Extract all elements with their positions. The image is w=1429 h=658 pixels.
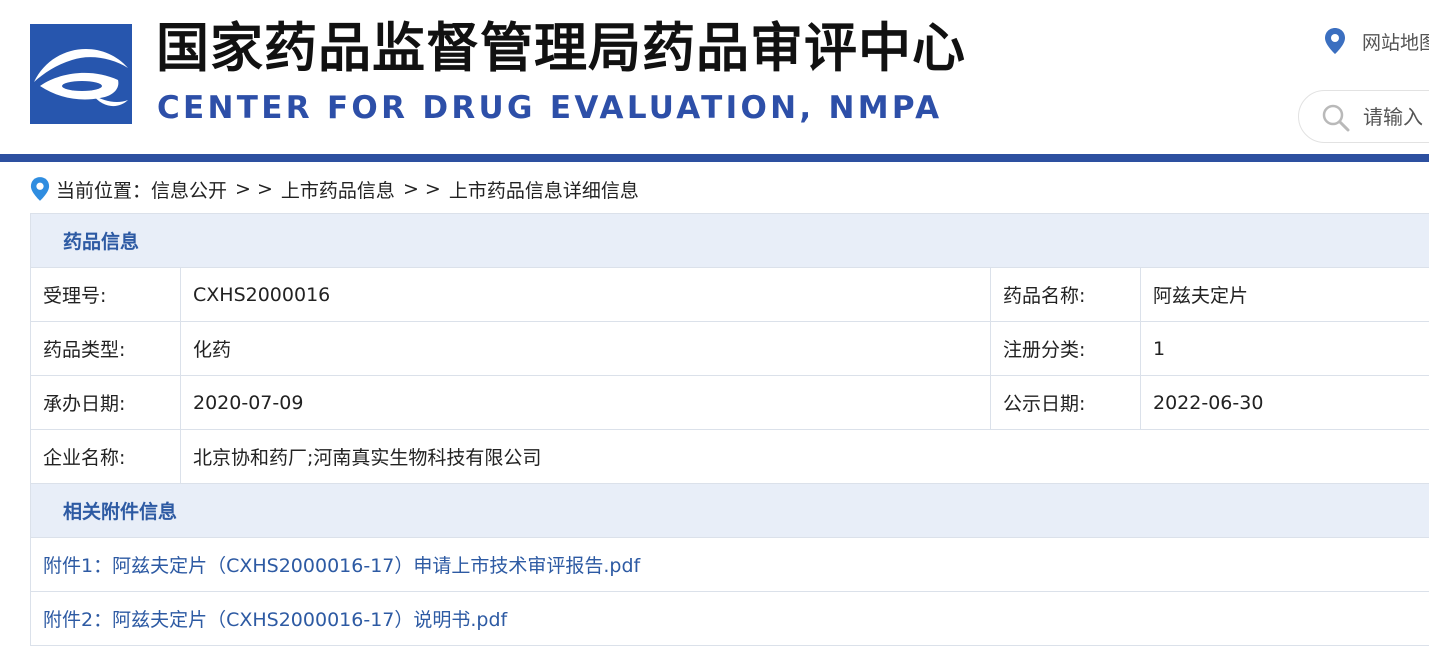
drug-name-value: 阿兹夫定片 bbox=[1139, 267, 1429, 322]
acceptance-no-value: CXHS2000016 bbox=[180, 267, 991, 322]
undertake-date-label: 承办日期: bbox=[30, 375, 181, 430]
company-value: 北京协和药厂;河南真实生物科技有限公司 bbox=[179, 429, 1429, 484]
table-row: 药品类型: 化药 注册分类: 1 bbox=[30, 321, 1429, 376]
reg-class-label: 注册分类: bbox=[990, 321, 1141, 376]
table-row: 附件1：阿兹夫定片（CXHS2000016-17）申请上市技术审评报告.pdf bbox=[29, 537, 1429, 592]
breadcrumb-separator: > > bbox=[235, 178, 273, 200]
location-pin-icon bbox=[30, 176, 50, 202]
drug-info-section-header: 药品信息 bbox=[29, 213, 1429, 268]
sitemap-label: 网站地图 bbox=[1362, 31, 1429, 54]
breadcrumb-item-detail: 上市药品信息详细信息 bbox=[448, 179, 639, 202]
publish-date-value: 2022-06-30 bbox=[1139, 375, 1429, 430]
drug-name-label: 药品名称: bbox=[990, 267, 1141, 322]
breadcrumb-separator: > > bbox=[402, 178, 441, 200]
header-divider bbox=[0, 154, 1429, 162]
publish-date-label: 公示日期: bbox=[990, 375, 1141, 430]
attachment-cell: 附件1：阿兹夫定片（CXHS2000016-17）申请上市技术审评报告.pdf bbox=[29, 537, 1429, 592]
site-header: 国家药品监督管理局药品审评中心 CENTER FOR DRUG EVALUATI… bbox=[0, 0, 1429, 154]
section-title: 相关附件信息 bbox=[29, 483, 1429, 538]
drug-type-value: 化药 bbox=[180, 321, 991, 376]
table-row: 承办日期: 2020-07-09 公示日期: 2022-06-30 bbox=[30, 375, 1429, 430]
location-pin-icon bbox=[1324, 27, 1346, 55]
sitemap-link[interactable]: 网站地图 bbox=[1324, 26, 1429, 56]
drug-type-label: 药品类型: bbox=[30, 321, 181, 376]
table-row: 受理号: CXHS2000016 药品名称: 阿兹夫定片 bbox=[30, 267, 1429, 322]
search-input[interactable] bbox=[1363, 99, 1429, 135]
undertake-date-value: 2020-07-09 bbox=[180, 375, 991, 430]
breadcrumb: 当前位置： 信息公开 > > 上市药品信息 > > 上市药品信息详细信息 bbox=[30, 172, 639, 206]
site-title-cn: 国家药品监督管理局药品审评中心 bbox=[156, 18, 966, 79]
drug-info-table: 药品信息 受理号: CXHS2000016 药品名称: 阿兹夫定片 药品类型: … bbox=[29, 213, 1429, 646]
attachments-section-header: 相关附件信息 bbox=[29, 483, 1429, 538]
table-row: 附件2：阿兹夫定片（CXHS2000016-17）说明书.pdf bbox=[29, 591, 1429, 646]
attachment-link-review-report[interactable]: 附件1：阿兹夫定片（CXHS2000016-17）申请上市技术审评报告.pdf bbox=[43, 555, 640, 577]
attachment-cell: 附件2：阿兹夫定片（CXHS2000016-17）说明书.pdf bbox=[29, 591, 1429, 646]
search-icon[interactable] bbox=[1321, 103, 1351, 137]
breadcrumb-item-marketed-drugs[interactable]: 上市药品信息 bbox=[281, 176, 395, 203]
attachment-link-instructions[interactable]: 附件2：阿兹夫定片（CXHS2000016-17）说明书.pdf bbox=[43, 609, 507, 631]
company-label: 企业名称: bbox=[30, 429, 181, 484]
breadcrumb-item-info-public[interactable]: 信息公开 bbox=[151, 176, 227, 203]
cde-logo[interactable] bbox=[30, 24, 132, 124]
acceptance-no-label: 受理号: bbox=[30, 267, 181, 322]
breadcrumb-prefix: 当前位置： bbox=[56, 179, 152, 202]
reg-class-value: 1 bbox=[1139, 321, 1429, 376]
table-row: 企业名称: 北京协和药厂;河南真实生物科技有限公司 bbox=[30, 429, 1429, 484]
search-box[interactable] bbox=[1298, 90, 1429, 143]
site-title-en: CENTER FOR DRUG EVALUATION, NMPA bbox=[157, 90, 943, 126]
section-title: 药品信息 bbox=[29, 213, 1429, 268]
